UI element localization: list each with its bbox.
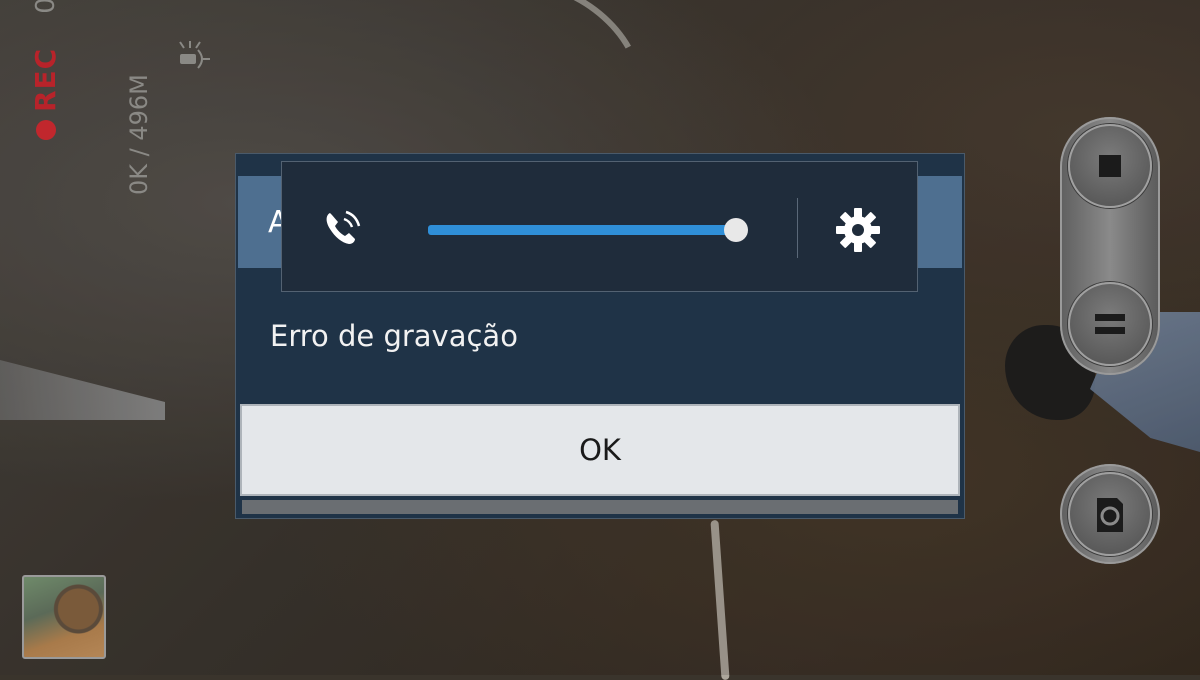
volume-slider[interactable] [428,218,748,242]
dialog-footer [242,500,958,514]
volume-slider-thumb[interactable] [723,218,748,242]
in-call-volume-icon [326,210,361,244]
ok-button[interactable]: OK [242,406,958,494]
stop-button[interactable] [1068,124,1152,208]
snapshot-icon [1097,498,1123,532]
dialog-message: Erro de gravação [270,319,518,353]
snapshot-button[interactable] [1068,472,1152,556]
volume-divider [797,198,798,258]
rec-label: REC [29,47,62,112]
gear-icon[interactable] [834,206,882,254]
recording-timer: 00:00 [31,0,61,14]
pause-button[interactable] [1068,282,1152,366]
rec-dot-icon [35,120,56,140]
audio-zoom-icon [179,41,210,69]
stop-icon [1099,155,1121,177]
storage-indicator: 0K / 496M [125,74,153,195]
volume-slider-fill [428,225,736,235]
gallery-thumbnail[interactable] [22,575,106,659]
recording-status: REC 00:00 [18,0,73,140]
pause-icon [1095,314,1125,334]
volume-panel [281,161,918,292]
